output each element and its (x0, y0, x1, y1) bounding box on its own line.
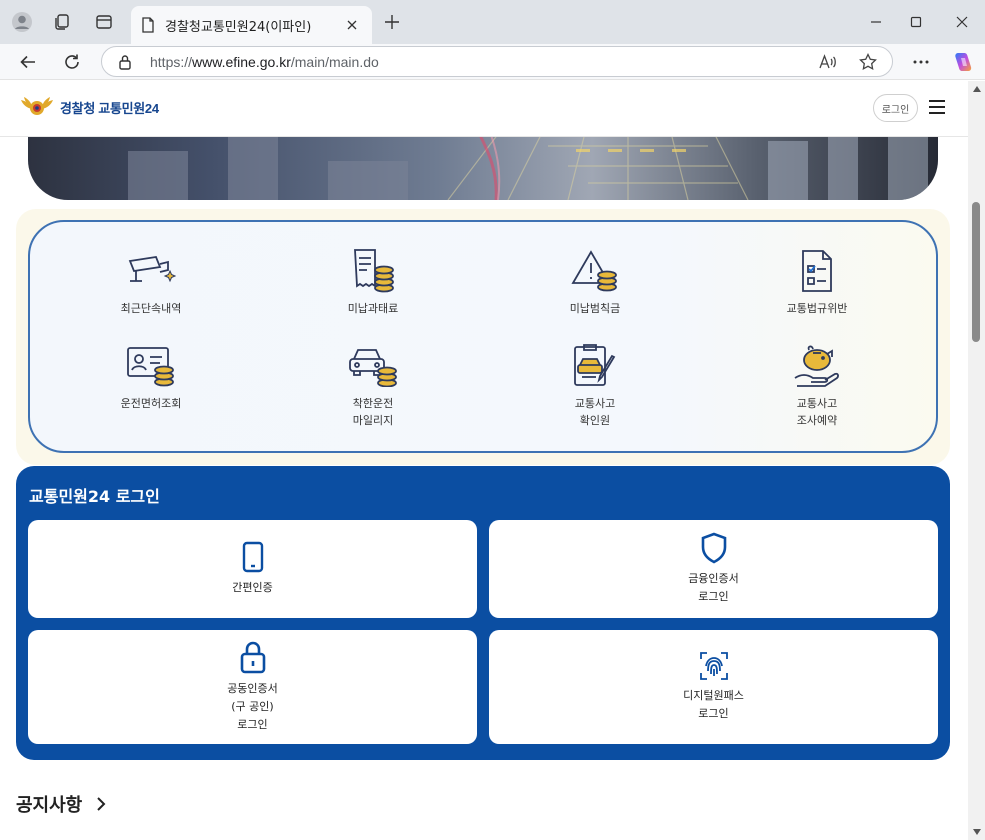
simple-auth-button[interactable]: 간편인증 (28, 520, 477, 618)
login-panel-title: 교통민원24 로그인 (29, 487, 160, 506)
menu-label: 교통사고 조사예약 (796, 397, 838, 427)
site-header: 경찰청 교통민원24 로그인 (0, 81, 968, 137)
menu-label: 미납범칙금 (569, 302, 621, 315)
close-window-icon[interactable] (950, 10, 974, 34)
tab-actions-icon[interactable] (92, 10, 116, 34)
police-emblem-icon (21, 97, 53, 115)
piggy-bank-icon (790, 339, 844, 393)
menu-label: 교통법규위반 (786, 302, 848, 315)
chevron-right-icon (97, 797, 106, 811)
menu-label: 최근단속내역 (120, 302, 182, 315)
login-option-label: 금융인증서 로그인 (688, 572, 739, 603)
refresh-icon[interactable] (59, 49, 85, 75)
menu-label: 착한운전 마일리지 (352, 397, 394, 427)
page-scrollbar[interactable] (968, 81, 985, 840)
scroll-up-arrow-icon[interactable] (973, 86, 981, 92)
favorite-star-icon[interactable] (858, 52, 878, 72)
car-coins-icon (346, 339, 400, 393)
header-login-button[interactable]: 로그인 (873, 94, 918, 122)
login-panel: 교통민원24 로그인 간편인증 금융인증서 로그인 공동인증서 (구 공인) 로… (16, 466, 950, 760)
logo-text: 경찰청 교통민원24 (60, 100, 159, 116)
menu-item-unpaid-penalties[interactable]: 미납범칙금 (515, 244, 675, 317)
close-tab-icon[interactable] (344, 17, 360, 33)
minimize-icon[interactable] (864, 10, 888, 34)
smartphone-icon (242, 541, 263, 573)
shield-icon (701, 532, 726, 564)
camera-icon (124, 244, 178, 298)
profile-icon[interactable] (10, 10, 34, 34)
site-logo[interactable]: 경찰청 교통민원24 (20, 96, 159, 118)
new-tab-icon[interactable] (381, 11, 403, 33)
menu-item-recent-enforcement[interactable]: 최근단속내역 (71, 244, 231, 317)
active-tab[interactable]: 경찰청교통민원24(이파인) (131, 6, 372, 44)
menu-item-license-check[interactable]: 운전면허조회 (71, 339, 231, 412)
tab-title: 경찰청교통민원24(이파인) (165, 19, 312, 35)
url-prefix: https:// (150, 54, 193, 70)
maximize-icon[interactable] (904, 10, 928, 34)
accident-report-icon (568, 339, 622, 393)
page-icon (142, 17, 154, 33)
copilot-icon[interactable] (950, 49, 976, 75)
login-option-label: 디지털원패스 로그인 (683, 689, 744, 720)
login-option-label: 간편인증 (232, 581, 273, 594)
back-icon[interactable] (15, 49, 41, 75)
url-text[interactable]: https://www.efine.go.kr/main/main.do (150, 54, 379, 70)
fingerprint-icon (699, 652, 728, 680)
id-card-coins-icon (124, 339, 178, 393)
notice-section-link[interactable]: 공지사항 (16, 791, 106, 817)
hamburger-menu-icon[interactable] (929, 100, 945, 114)
menu-item-safe-driving-mileage[interactable]: 착한운전 마일리지 (293, 339, 453, 429)
quick-menu-card: 최근단속내역 미납과태료 미납범칙금 교통법규위반 운전면허조회 착한운전 마일… (28, 220, 938, 453)
address-bar[interactable]: https://www.efine.go.kr/main/main.do (101, 46, 893, 77)
lock-icon (240, 641, 265, 674)
login-option-label: 공동인증서 (구 공인) 로그인 (227, 682, 278, 731)
menu-item-unpaid-fines[interactable]: 미납과태료 (293, 244, 453, 317)
menu-item-accident-investigation-booking[interactable]: 교통사고 조사예약 (737, 339, 897, 429)
warning-coins-icon (568, 244, 622, 298)
menu-label: 미납과태료 (347, 302, 399, 315)
scrollbar-thumb[interactable] (972, 202, 980, 342)
url-domain: www.efine.go.kr (192, 54, 291, 70)
financial-certificate-login-button[interactable]: 금융인증서 로그인 (489, 520, 938, 618)
lock-icon[interactable] (118, 54, 132, 74)
joint-certificate-login-button[interactable]: 공동인증서 (구 공인) 로그인 (28, 630, 477, 744)
menu-label: 운전면허조회 (120, 397, 182, 410)
more-options-icon[interactable] (908, 49, 934, 75)
workspaces-icon[interactable] (50, 10, 74, 34)
read-aloud-icon[interactable] (818, 52, 838, 72)
browser-toolbar: https://www.efine.go.kr/main/main.do (0, 44, 985, 80)
digital-onepass-login-button[interactable]: 디지털원패스 로그인 (489, 630, 938, 744)
notice-title: 공지사항 (16, 795, 83, 816)
receipt-coins-icon (346, 244, 400, 298)
url-path: /main/main.do (290, 54, 379, 70)
menu-label: 교통사고 확인원 (574, 397, 616, 427)
checklist-icon (790, 244, 844, 298)
browser-tab-bar: 경찰청교통민원24(이파인) (0, 0, 985, 44)
menu-item-accident-certificate[interactable]: 교통사고 확인원 (515, 339, 675, 429)
menu-item-traffic-violation[interactable]: 교통법규위반 (737, 244, 897, 317)
page-viewport: 경찰청 교통민원24 로그인 최근단속내역 미납과태료 미납범칙금 교통법규위반… (0, 81, 968, 840)
scroll-down-arrow-icon[interactable] (973, 829, 981, 835)
